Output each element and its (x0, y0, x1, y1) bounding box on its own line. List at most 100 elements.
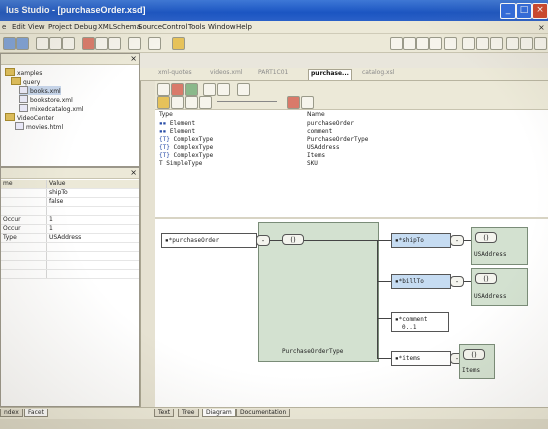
menu-sourcecontrol[interactable]: SourceControl (138, 23, 187, 31)
delete-icon[interactable] (171, 83, 184, 96)
menu-project[interactable]: Project (48, 23, 72, 31)
save-icon[interactable] (16, 37, 29, 50)
element-icon[interactable] (185, 96, 198, 109)
grid-view-icon[interactable] (157, 96, 170, 109)
type-row[interactable]: T SimpleType (159, 160, 202, 167)
tree-item[interactable]: books.xml (19, 86, 61, 95)
cut-icon[interactable] (82, 37, 95, 50)
doc-tab[interactable]: xml-quotes (158, 69, 192, 79)
tab-text[interactable]: Text (154, 409, 175, 417)
cascade-icon[interactable] (49, 37, 62, 50)
new-file-icon[interactable] (3, 37, 16, 50)
menu-edit[interactable]: Edit (12, 23, 26, 31)
sequence-node[interactable]: () (463, 349, 485, 360)
type-row[interactable]: ▪▪ Element (159, 128, 195, 135)
print-icon[interactable] (148, 37, 161, 50)
property-row[interactable] (1, 270, 139, 279)
add-icon[interactable] (157, 83, 170, 96)
element-node-shipto[interactable]: ▪*shipTo (391, 233, 451, 248)
element-node-items[interactable]: ▪*items (391, 351, 451, 366)
mdi-close-icon[interactable]: × (538, 23, 545, 32)
close-button[interactable]: × (532, 3, 548, 19)
comment-icon[interactable] (506, 37, 519, 50)
type-row[interactable]: {T} ComplexType (159, 152, 213, 159)
help-icon[interactable] (172, 37, 185, 50)
root-element-node[interactable]: ▪*purchaseOrder (161, 233, 257, 248)
name-column-header[interactable]: Name (307, 111, 325, 118)
expand-connector[interactable]: - (450, 276, 464, 287)
find-icon[interactable] (444, 37, 457, 50)
sort-icon[interactable] (237, 83, 250, 96)
window-icon[interactable] (36, 37, 49, 50)
doc-tab[interactable]: PART1C01 (258, 69, 288, 79)
type-column-header[interactable]: Type (159, 111, 173, 118)
property-row[interactable]: Occur 1 (1, 216, 139, 225)
menu-tools[interactable]: Tools (188, 23, 205, 31)
sequence-node[interactable]: () (475, 273, 497, 284)
tile-icon[interactable] (62, 37, 75, 50)
nav-back-icon[interactable] (390, 37, 403, 50)
tab-documentation[interactable]: Documentation (236, 409, 291, 417)
move-up-icon[interactable] (203, 83, 216, 96)
tab-facet[interactable]: Facet (24, 409, 48, 417)
pane-splitter[interactable] (155, 217, 548, 219)
nav-down-icon[interactable] (429, 37, 442, 50)
format-icon[interactable] (534, 37, 547, 50)
tree-item[interactable]: VideoCenter (5, 113, 54, 122)
expand-connector[interactable]: - (256, 235, 270, 246)
sequence-node[interactable]: () (475, 232, 497, 243)
type-row[interactable]: {T} ComplexType (159, 136, 213, 143)
minimize-button[interactable]: _ (500, 3, 516, 19)
maximize-button[interactable]: □ (516, 3, 532, 19)
tree-item[interactable]: bookstore.xml (19, 95, 73, 104)
menu-help[interactable]: Help (236, 23, 252, 31)
undo-icon[interactable] (128, 37, 141, 50)
menu-debug[interactable]: Debug (74, 23, 97, 31)
tab-index[interactable]: ndex (0, 409, 23, 417)
property-row[interactable] (1, 252, 139, 261)
bookmark-icon[interactable] (462, 37, 475, 50)
menu-window[interactable]: Window (208, 23, 236, 31)
nav-forward-icon[interactable] (403, 37, 416, 50)
menu-xmlschema[interactable]: XMLSchema (98, 23, 141, 31)
property-row[interactable] (1, 243, 139, 252)
tree-item[interactable]: query (11, 77, 40, 86)
zoom-slider[interactable] (217, 101, 277, 102)
sequence-node[interactable]: () (282, 234, 304, 245)
uncomment-icon[interactable] (520, 37, 533, 50)
tree-item[interactable]: xamples (5, 68, 42, 77)
zoom-icon[interactable] (199, 96, 212, 109)
property-row[interactable]: shipTo (1, 189, 139, 198)
nav-up-icon[interactable] (416, 37, 429, 50)
property-row[interactable]: Occur 1 (1, 225, 139, 234)
attribute-icon[interactable] (171, 96, 184, 109)
doc-tab[interactable]: catalog.xsl (362, 69, 394, 79)
type-row[interactable]: ▪▪ Element (159, 120, 195, 127)
tab-diagram[interactable]: Diagram (202, 409, 236, 417)
indent-icon[interactable] (476, 37, 489, 50)
copy-icon[interactable] (95, 37, 108, 50)
paste-icon[interactable] (108, 37, 121, 50)
property-row[interactable]: false (1, 198, 139, 207)
menu-file[interactable]: e (2, 23, 6, 31)
doc-tab[interactable]: videos.xml (210, 69, 242, 79)
property-row[interactable] (1, 261, 139, 270)
element-node-comment[interactable]: ▪*comment 0..1 (391, 312, 449, 332)
stop-icon[interactable] (287, 96, 300, 109)
outdent-icon[interactable] (490, 37, 503, 50)
doc-tab-active[interactable]: purchase... (308, 69, 352, 80)
element-node-billto[interactable]: ▪*billTo (391, 274, 451, 289)
expand-connector[interactable]: - (450, 235, 464, 246)
tree-item[interactable]: movies.html (15, 122, 63, 131)
menu-view[interactable]: View (28, 23, 45, 31)
close-icon[interactable]: × (130, 168, 137, 177)
tree-item[interactable]: mixedcatalog.xml (19, 104, 84, 113)
property-row[interactable]: Type USAddress (1, 234, 139, 243)
image-icon[interactable] (301, 96, 314, 109)
move-down-icon[interactable] (217, 83, 230, 96)
property-row[interactable] (1, 207, 139, 216)
edit-icon[interactable] (185, 83, 198, 96)
close-icon[interactable]: × (130, 54, 137, 63)
tab-tree[interactable]: Tree (178, 409, 199, 417)
type-row[interactable]: {T} ComplexType (159, 144, 213, 151)
